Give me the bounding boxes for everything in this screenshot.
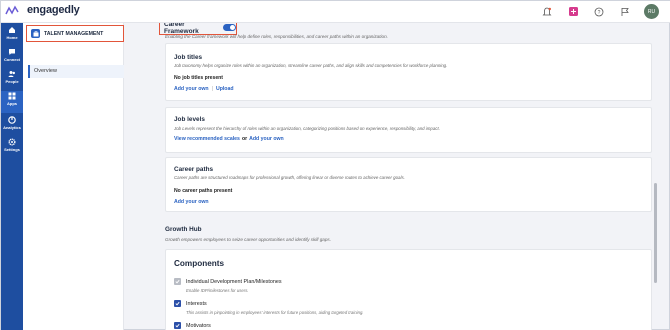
career-paths-description: Career paths are structured roadmaps for… xyxy=(174,175,405,180)
talent-management-header[interactable]: TALENT MANAGEMENT xyxy=(26,25,124,42)
career-paths-card: Career paths Career paths are structured… xyxy=(165,157,652,212)
home-icon xyxy=(9,27,15,33)
job-levels-actions: View recommended scales or Add your own xyxy=(174,136,284,142)
job-titles-actions: Add your own | Upload xyxy=(174,86,234,92)
nav-item-people[interactable]: People xyxy=(1,69,23,91)
interests-description: This assists in pinpointing in employees… xyxy=(186,310,364,315)
brand-logo-icon xyxy=(5,5,19,15)
growth-hub-description: Growth empowers employees to seize caree… xyxy=(165,237,331,242)
components-title: Components xyxy=(174,259,225,268)
career-framework-toggle[interactable] xyxy=(223,24,236,31)
career-framework-title: Career Framework xyxy=(164,23,199,35)
career-framework-description: Enabling the Career framework will help … xyxy=(165,34,388,39)
bell-icon[interactable] xyxy=(540,5,554,19)
app-window: engagedly ? RU Home Connect People Apps … xyxy=(0,0,670,330)
motivators-checkbox[interactable] xyxy=(174,322,181,329)
nav-label: Apps xyxy=(7,101,17,106)
career-paths-actions: Add your own xyxy=(174,199,209,205)
add-job-title-link[interactable]: Add your own xyxy=(174,86,209,92)
gear-icon xyxy=(8,138,16,146)
job-levels-card: Job levels Job Levels represent the hier… xyxy=(165,107,652,153)
nav-item-settings[interactable]: Settings xyxy=(1,137,23,159)
avatar[interactable]: RU xyxy=(644,4,659,19)
job-titles-description: Job taxonomy helps organize roles within… xyxy=(174,63,448,68)
nav-label: Settings xyxy=(4,147,20,152)
upload-job-titles-link[interactable]: Upload xyxy=(216,86,234,92)
idp-description: Enable IDP/milestones for users. xyxy=(186,288,249,293)
nav-label: People xyxy=(5,79,19,84)
svg-text:?: ? xyxy=(598,10,601,16)
top-bar: engagedly ? RU xyxy=(1,1,670,23)
top-actions: ? RU xyxy=(540,4,659,19)
component-motivators: Motivators xyxy=(174,322,211,329)
component-interests: Interests xyxy=(174,300,207,307)
chat-icon xyxy=(9,49,15,55)
interests-checkbox[interactable] xyxy=(174,300,181,307)
add-icon[interactable] xyxy=(566,5,580,19)
sub-sidebar: TALENT MANAGEMENT Overview xyxy=(23,23,124,330)
job-titles-card: Job titles Job taxonomy helps organize r… xyxy=(165,43,652,101)
component-idp: Individual Development Plan/Milestones xyxy=(174,278,282,285)
view-recommended-scales-link[interactable]: View recommended scales xyxy=(174,136,240,142)
nav-item-apps[interactable]: Apps xyxy=(1,91,23,113)
main-content: Career Framework Enabling the Career fra… xyxy=(124,23,659,330)
link-separator: | xyxy=(211,86,213,92)
sidebar-item-overview[interactable]: Overview xyxy=(28,65,124,78)
help-icon[interactable]: ? xyxy=(592,5,606,19)
scrollbar[interactable] xyxy=(654,183,657,283)
growth-hub-title: Growth Hub xyxy=(165,226,202,233)
brand-name[interactable]: engagedly xyxy=(27,4,80,16)
components-card: Components Individual Development Plan/M… xyxy=(165,249,652,330)
interests-label: Interests xyxy=(186,300,207,307)
job-titles-title: Job titles xyxy=(174,54,203,61)
people-icon xyxy=(8,71,15,77)
idp-checkbox[interactable] xyxy=(174,278,181,285)
nav-item-analytics[interactable]: Analytics xyxy=(1,115,23,137)
career-paths-title: Career paths xyxy=(174,166,214,173)
analytics-icon xyxy=(8,116,16,124)
nav-label: Home xyxy=(6,35,18,40)
apps-icon xyxy=(8,92,16,100)
briefcase-icon xyxy=(31,29,40,38)
add-career-path-link[interactable]: Add your own xyxy=(174,199,209,205)
section-title: TALENT MANAGEMENT xyxy=(44,30,104,37)
job-levels-title: Job levels xyxy=(174,116,205,123)
nav-item-connect[interactable]: Connect xyxy=(1,47,23,69)
job-levels-description: Job Levels represent the hierarchy of ro… xyxy=(174,126,440,131)
career-paths-empty-note: No career paths present xyxy=(174,188,233,194)
idp-label: Individual Development Plan/Milestones xyxy=(186,278,282,285)
nav-label: Analytics xyxy=(3,125,21,130)
job-titles-empty-note: No job titles present xyxy=(174,75,223,81)
nav-item-home[interactable]: Home xyxy=(1,25,23,47)
left-nav: Home Connect People Apps Analytics Setti… xyxy=(1,23,23,330)
motivators-label: Motivators xyxy=(186,322,211,329)
nav-label: Connect xyxy=(4,57,20,62)
add-job-level-link[interactable]: Add your own xyxy=(249,136,284,142)
flag-icon[interactable] xyxy=(618,5,632,19)
or-text: or xyxy=(241,136,248,142)
